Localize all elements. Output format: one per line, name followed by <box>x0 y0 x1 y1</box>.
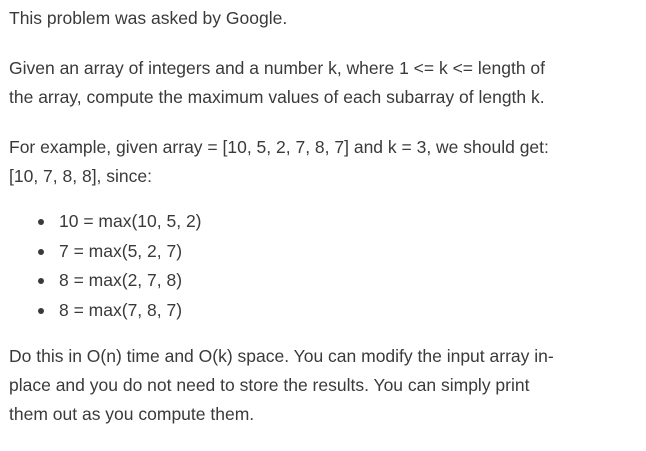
problem-document: This problem was asked by Google. Given … <box>9 4 639 429</box>
bullet-text: 8 = max(7, 8, 7) <box>59 299 183 320</box>
list-item: 8 = max(2, 7, 8) <box>9 266 639 296</box>
problem-line-1: Given an array of integers and a number … <box>9 58 546 78</box>
intro-text: This problem was asked by Google. <box>9 4 639 33</box>
example-bullet-list: 10 = max(10, 5, 2) 7 = max(5, 2, 7) 8 = … <box>9 207 639 325</box>
example-statement: For example, given array = [10, 5, 2, 7,… <box>9 133 639 191</box>
constraints-statement: Do this in O(n) time and O(k) space. You… <box>9 342 639 429</box>
list-item: 10 = max(10, 5, 2) <box>9 207 639 237</box>
example-line-2: [10, 7, 8, 8], since: <box>9 166 152 186</box>
bullet-dot-icon <box>38 219 44 225</box>
bullet-dot-icon <box>38 307 44 314</box>
bullet-text: 8 = max(2, 7, 8) <box>59 270 183 290</box>
bullet-text: 10 = max(10, 5, 2) <box>59 211 202 231</box>
intro-line: This problem was asked by Google. <box>9 8 288 28</box>
bullet-text: 7 = max(5, 2, 7) <box>59 240 183 261</box>
list-item: 8 = max(7, 8, 7) <box>9 296 639 326</box>
constraints-line-2: place and you do not need to store the r… <box>9 375 530 395</box>
problem-statement: Given an array of integers and a number … <box>9 54 639 112</box>
constraints-line-1: Do this in O(n) time and O(k) space. You… <box>9 346 554 366</box>
list-item: 7 = max(5, 2, 7) <box>9 237 639 267</box>
example-line-1: For example, given array = [10, 5, 2, 7,… <box>9 137 549 157</box>
bullet-dot-icon <box>38 278 44 284</box>
problem-line-2: the array, compute the maximum values of… <box>9 87 545 107</box>
bullet-dot-icon <box>38 248 44 255</box>
constraints-line-3: them out as you compute them. <box>9 404 255 424</box>
